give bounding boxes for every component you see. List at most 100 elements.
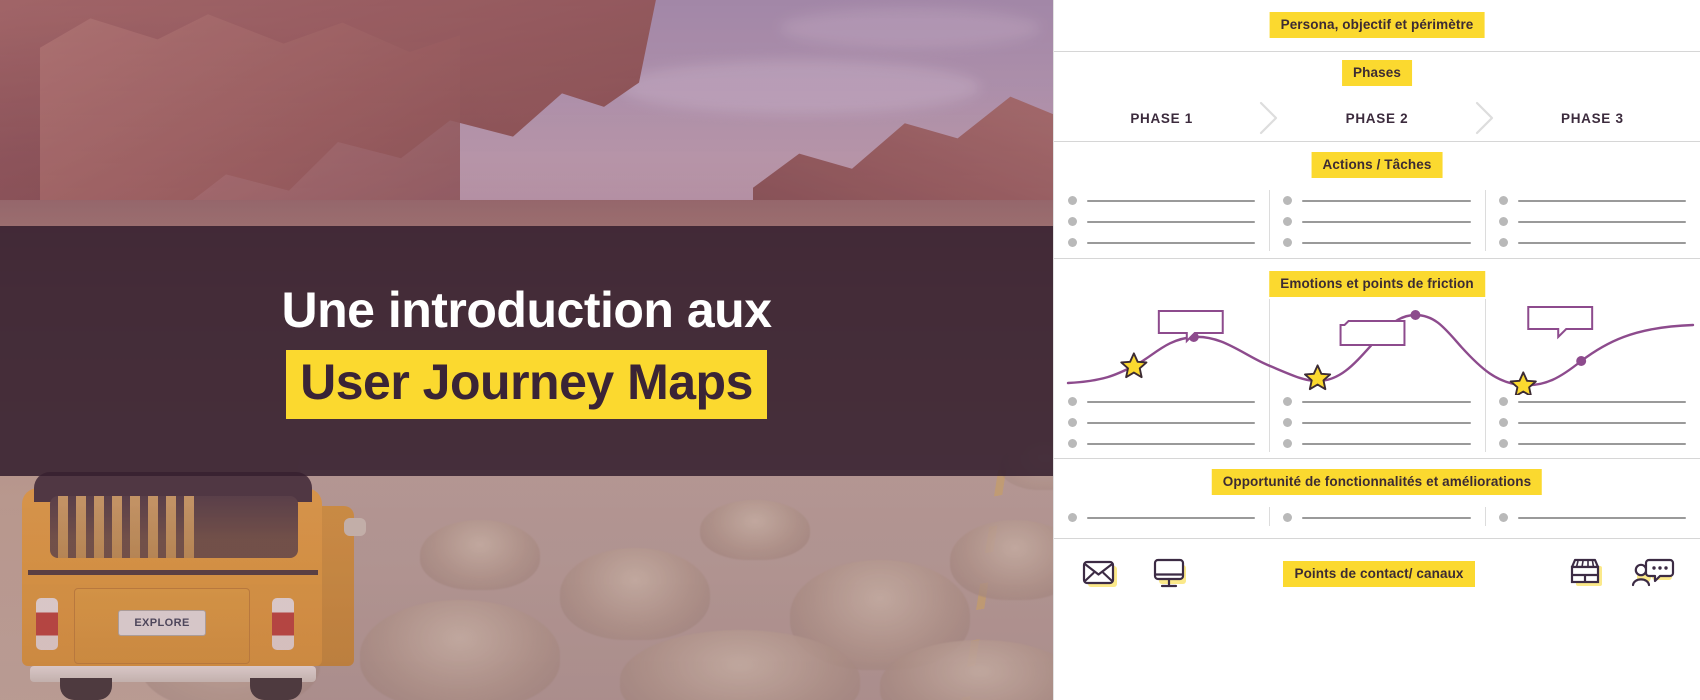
callout-box[interactable] xyxy=(1527,306,1594,340)
bullet-rule xyxy=(1517,199,1686,202)
list-item[interactable] xyxy=(1498,217,1686,226)
chip-actions: Actions / Tâches xyxy=(1311,152,1443,178)
bullet-rule xyxy=(1302,400,1471,403)
friction-star-icon[interactable] xyxy=(1509,371,1537,395)
bullet-rule xyxy=(1302,199,1471,202)
list-item[interactable] xyxy=(1283,217,1471,226)
row-touchpoints: Points de contact/ canaux xyxy=(1054,539,1700,609)
bullet-rule xyxy=(1087,442,1256,445)
chip-opportunities: Opportunité de fonctionnalités et amélio… xyxy=(1211,469,1543,495)
chip-touchpoints: Points de contact/ canaux xyxy=(1283,561,1475,587)
bullet-dot-icon xyxy=(1498,196,1508,205)
phase-label-3: PHASE 3 xyxy=(1560,110,1624,126)
emotions-column-1 xyxy=(1054,395,1269,448)
title-slide: EXPLORE Une introduction aux User Journe… xyxy=(0,0,1053,700)
phase-cell-3[interactable]: PHASE 3 xyxy=(1485,111,1700,126)
bullet-dot-icon xyxy=(1068,217,1077,226)
chip-emotions: Emotions et points de friction xyxy=(1269,271,1485,297)
bullet-rule xyxy=(1517,516,1686,519)
bullet-rule xyxy=(1517,421,1686,424)
person-chat-icon[interactable] xyxy=(1630,554,1676,594)
callout-box[interactable] xyxy=(1157,310,1224,344)
phase-cell-2[interactable]: PHASE 2 xyxy=(1269,101,1493,135)
list-item[interactable] xyxy=(1498,196,1686,205)
store-icon[interactable] xyxy=(1564,554,1610,594)
list-item[interactable] xyxy=(1068,217,1256,226)
list-item[interactable] xyxy=(1283,439,1471,448)
row-actions: Actions / Tâches xyxy=(1054,142,1700,259)
user-journey-map-panel: Persona, objectif et périmètre Phases PH… xyxy=(1053,0,1700,700)
friction-star-icon[interactable] xyxy=(1120,352,1148,379)
slide-root: EXPLORE Une introduction aux User Journe… xyxy=(0,0,1700,700)
actions-column-2 xyxy=(1269,190,1484,251)
opportunities-columns xyxy=(1054,507,1700,526)
bullet-rule xyxy=(1087,241,1256,244)
bullet-dot-icon xyxy=(1283,439,1293,448)
list-item[interactable] xyxy=(1068,513,1256,522)
list-item[interactable] xyxy=(1498,439,1686,448)
bullet-rule xyxy=(1087,421,1256,424)
row-phases: Phases PHASE 1 PHASE 2 PHASE 3 xyxy=(1054,52,1700,142)
page-subtitle-highlight: User Journey Maps xyxy=(286,350,767,419)
list-item[interactable] xyxy=(1283,196,1471,205)
emotion-point[interactable] xyxy=(1410,310,1421,320)
row-opportunities: Opportunité de fonctionnalités et amélio… xyxy=(1054,459,1700,539)
actions-column-1 xyxy=(1054,194,1269,247)
list-item[interactable] xyxy=(1283,513,1471,522)
bullet-rule xyxy=(1302,516,1471,519)
monitor-icon[interactable] xyxy=(1148,554,1194,594)
chip-persona: Persona, objectif et périmètre xyxy=(1269,12,1485,38)
envelope-icon[interactable] xyxy=(1078,554,1124,594)
bullet-dot-icon xyxy=(1498,397,1508,406)
emotion-point[interactable] xyxy=(1576,356,1587,366)
bullet-dot-icon xyxy=(1498,238,1508,247)
title-highlight-wrap: User Journey Maps xyxy=(286,350,767,419)
friction-star-icon[interactable] xyxy=(1304,364,1332,391)
list-item[interactable] xyxy=(1498,238,1686,247)
emotion-curve-chart xyxy=(1054,303,1700,395)
bullet-list xyxy=(1283,395,1471,448)
list-item[interactable] xyxy=(1068,418,1256,427)
actions-columns xyxy=(1054,190,1700,251)
bullet-list xyxy=(1068,395,1256,448)
bullet-list xyxy=(1068,511,1256,522)
bullet-dot-icon xyxy=(1283,513,1293,522)
row-persona: Persona, objectif et périmètre xyxy=(1054,0,1700,52)
title-banner: Une introduction aux User Journey Maps xyxy=(0,226,1053,476)
list-item[interactable] xyxy=(1283,397,1471,406)
page-title: Une introduction aux xyxy=(281,281,773,338)
opportunities-column-2 xyxy=(1269,507,1484,526)
list-item[interactable] xyxy=(1068,238,1256,247)
emotions-column-2 xyxy=(1269,391,1484,452)
phase-cell-1[interactable]: PHASE 1 xyxy=(1054,101,1278,135)
list-item[interactable] xyxy=(1068,397,1256,406)
list-item[interactable] xyxy=(1498,418,1686,427)
bullet-dot-icon xyxy=(1283,217,1293,226)
list-item[interactable] xyxy=(1498,513,1686,522)
bullet-dot-icon xyxy=(1068,439,1077,448)
bullet-rule xyxy=(1087,199,1256,202)
bullet-dot-icon xyxy=(1283,196,1293,205)
bullet-list xyxy=(1498,511,1686,522)
list-item[interactable] xyxy=(1283,418,1471,427)
list-item[interactable] xyxy=(1068,439,1256,448)
chip-touchpoints-wrap: Points de contact/ canaux xyxy=(1283,561,1475,587)
list-item[interactable] xyxy=(1498,397,1686,406)
phase-label-1: PHASE 1 xyxy=(1130,110,1193,126)
row-emotions: Emotions et points de friction xyxy=(1054,259,1700,459)
bullet-dot-icon xyxy=(1498,217,1508,226)
emotion-curve-svg xyxy=(1066,306,1695,395)
list-item[interactable] xyxy=(1068,196,1256,205)
bullet-rule xyxy=(1302,421,1471,424)
bullet-dot-icon xyxy=(1068,397,1077,406)
bullet-dot-icon xyxy=(1498,513,1508,522)
opportunities-column-3 xyxy=(1484,507,1700,526)
opportunities-column-1 xyxy=(1054,511,1269,522)
list-item[interactable] xyxy=(1283,238,1471,247)
emotions-columns xyxy=(1054,391,1700,452)
callout-box[interactable] xyxy=(1339,320,1406,346)
bullet-list xyxy=(1283,194,1471,247)
bullet-rule xyxy=(1517,241,1686,244)
bullet-rule xyxy=(1087,516,1256,519)
bullet-dot-icon xyxy=(1283,418,1293,427)
